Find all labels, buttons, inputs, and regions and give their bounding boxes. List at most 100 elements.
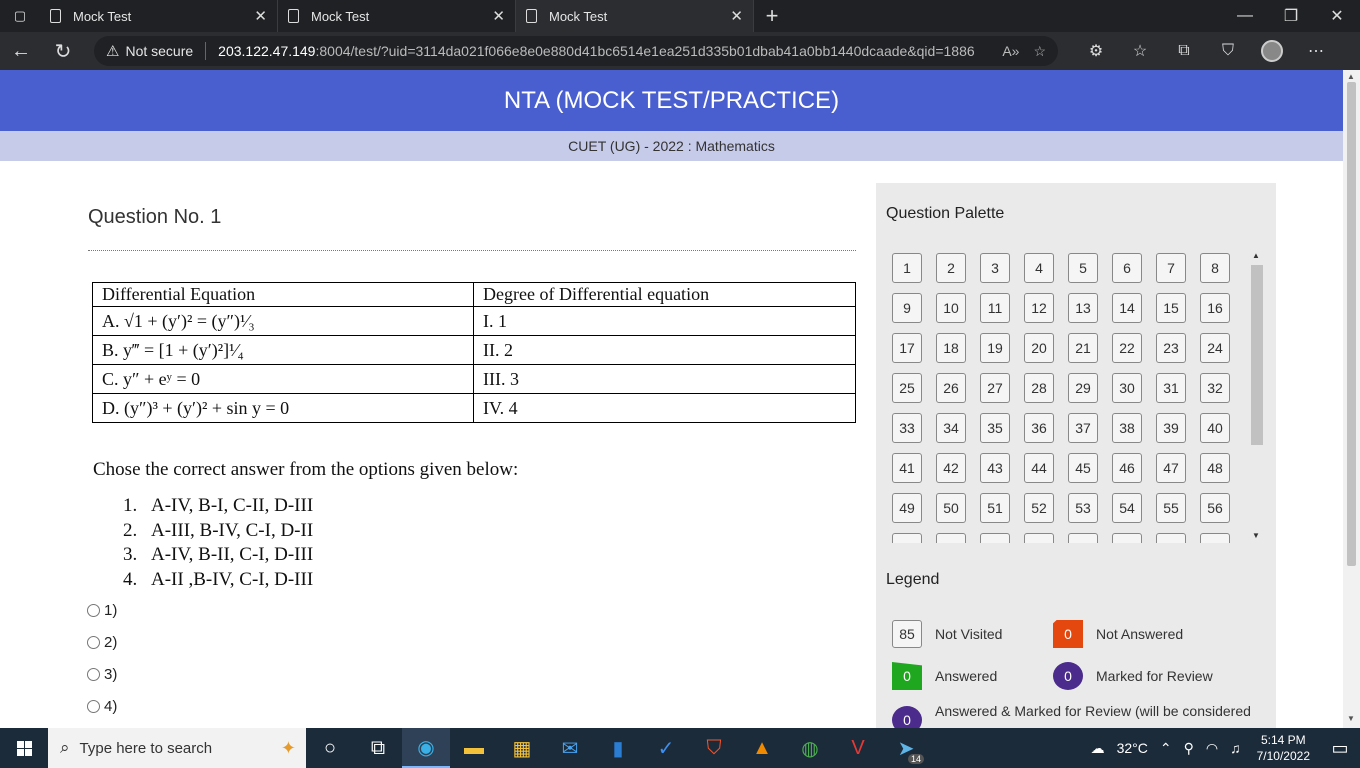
palette-question-button[interactable]: 56 [1200,493,1230,523]
scroll-thumb[interactable] [1347,82,1356,566]
read-aloud-icon[interactable]: A» [1002,43,1019,59]
palette-question-button[interactable]: 24 [1200,333,1230,363]
refresh-icon[interactable]: ↻ [42,32,84,70]
url-text[interactable]: 203.122.47.149:8004/test/?uid=3114da021f… [218,43,988,59]
palette-question-button[interactable]: 7 [1156,253,1186,283]
word-icon[interactable]: ▮ [594,728,642,768]
palette-question-button[interactable]: 37 [1068,413,1098,443]
palette-question-button[interactable]: 16 [1200,293,1230,323]
palette-question-button[interactable]: 51 [980,493,1010,523]
palette-question-button[interactable]: 26 [936,373,966,403]
palette-question-button[interactable]: 27 [980,373,1010,403]
answer-option-2[interactable]: 2) [87,634,117,651]
scroll-thumb[interactable] [1251,265,1263,445]
wifi-icon[interactable]: ◠ [1206,740,1218,757]
add-favorite-icon[interactable]: ☆ [1033,43,1046,60]
palette-question-button[interactable]: 48 [1200,453,1230,483]
network-icon[interactable]: ⚲ [1184,740,1194,757]
palette-question-button[interactable]: 6 [1112,253,1142,283]
palette-question-button[interactable]: 17 [892,333,922,363]
palette-question-button[interactable]: 52 [1024,493,1054,523]
palette-question-button[interactable]: 11 [980,293,1010,323]
palette-question-button[interactable]: 22 [1112,333,1142,363]
palette-question-button[interactable]: 18 [936,333,966,363]
palette-question-button[interactable]: 60 [1024,533,1054,543]
warning-icon[interactable]: ⚠ [106,42,119,60]
palette-question-button[interactable]: 59 [980,533,1010,543]
radio-button[interactable] [87,700,100,713]
scroll-up-icon[interactable]: ▲ [1252,251,1260,260]
palette-question-button[interactable]: 63 [1156,533,1186,543]
palette-question-button[interactable]: 50 [936,493,966,523]
palette-question-button[interactable]: 5 [1068,253,1098,283]
palette-question-button[interactable]: 58 [936,533,966,543]
collections-icon[interactable]: ⧉ [1162,42,1206,60]
not-secure-label[interactable]: Not secure [125,43,193,59]
palette-question-button[interactable]: 8 [1200,253,1230,283]
cortana-icon[interactable]: ○ [306,728,354,768]
scroll-up-icon[interactable]: ▲ [1347,72,1355,81]
start-button[interactable] [0,728,48,768]
restore-icon[interactable]: ❐ [1268,0,1314,32]
palette-question-button[interactable]: 20 [1024,333,1054,363]
store-icon[interactable]: ▦ [498,728,546,768]
palette-question-button[interactable]: 2 [936,253,966,283]
palette-question-button[interactable]: 4 [1024,253,1054,283]
file-explorer-icon[interactable]: ▬ [450,728,498,768]
palette-question-button[interactable]: 28 [1024,373,1054,403]
radio-button[interactable] [87,636,100,649]
chrome-icon[interactable]: ◍ [786,728,834,768]
vivaldi-icon[interactable]: V [834,728,882,768]
search-highlight-icon[interactable]: ✦ [281,738,296,759]
palette-question-button[interactable]: 54 [1112,493,1142,523]
palette-question-button[interactable]: 44 [1024,453,1054,483]
palette-question-button[interactable]: 3 [980,253,1010,283]
palette-question-button[interactable]: 10 [936,293,966,323]
volume-icon[interactable]: ♫ [1230,740,1241,756]
address-bar[interactable]: ⚠ Not secure 203.122.47.149:8004/test/?u… [94,36,1058,66]
back-icon[interactable]: ← [0,32,42,70]
palette-question-button[interactable]: 43 [980,453,1010,483]
minimize-icon[interactable]: — [1222,0,1268,32]
palette-question-button[interactable]: 38 [1112,413,1142,443]
favorites-icon[interactable]: ☆ [1118,41,1162,61]
chevron-up-icon[interactable]: ⌃ [1160,740,1172,757]
palette-question-button[interactable]: 45 [1068,453,1098,483]
vlc-icon[interactable]: ▲ [738,728,786,768]
radio-button[interactable] [87,668,100,681]
extensions-icon[interactable]: ⚙ [1074,41,1118,61]
edge-icon[interactable]: ◉ [402,728,450,768]
new-tab-button[interactable]: + [754,0,790,32]
tab-actions-icon[interactable]: ▢ [0,0,40,32]
palette-question-button[interactable]: 64 [1200,533,1230,543]
close-icon[interactable]: ✕ [254,7,267,25]
palette-question-button[interactable]: 14 [1112,293,1142,323]
answer-option-4[interactable]: 4) [87,698,117,715]
palette-question-button[interactable]: 47 [1156,453,1186,483]
palette-question-button[interactable]: 25 [892,373,922,403]
palette-question-button[interactable]: 21 [1068,333,1098,363]
answer-option-3[interactable]: 3) [87,666,117,683]
palette-question-button[interactable]: 13 [1068,293,1098,323]
task-view-icon[interactable]: ⧉ [354,728,402,768]
palette-question-button[interactable]: 15 [1156,293,1186,323]
palette-question-button[interactable]: 62 [1112,533,1142,543]
taskbar-search[interactable]: ⌕ Type here to search ✦ [48,728,306,768]
palette-question-button[interactable]: 19 [980,333,1010,363]
palette-scroll-area[interactable]: 1 2 3 4 5 6 7 8 9 10 11 12 13 14 15 16 17 18 19 20 21 22 23 24 2… [886,251,1256,543]
todo-icon[interactable]: ✓ [642,728,690,768]
palette-question-button[interactable]: 61 [1068,533,1098,543]
palette-question-button[interactable]: 55 [1156,493,1186,523]
close-icon[interactable]: ✕ [730,7,743,25]
palette-question-button[interactable]: 57 [892,533,922,543]
answer-option-1[interactable]: 1) [87,602,117,619]
palette-question-button[interactable]: 32 [1200,373,1230,403]
more-menu-icon[interactable]: ⋯ [1294,41,1338,61]
palette-question-button[interactable]: 29 [1068,373,1098,403]
weather-temp[interactable]: 32°C [1117,740,1148,756]
palette-question-button[interactable]: 35 [980,413,1010,443]
palette-scrollbar[interactable]: ▲ ▼ [1250,251,1263,543]
palette-question-button[interactable]: 9 [892,293,922,323]
telegram-icon[interactable]: ➤ 14 [882,728,930,768]
radio-button[interactable] [87,604,100,617]
